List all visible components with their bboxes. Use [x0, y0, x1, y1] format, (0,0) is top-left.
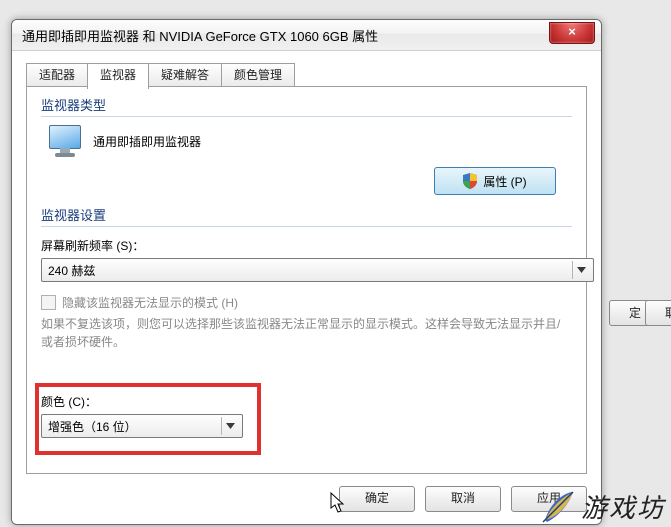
tab-color-management-label: 颜色管理: [234, 68, 282, 82]
close-icon: ×: [568, 24, 576, 39]
ok-button-label: 确定: [365, 491, 389, 505]
properties-dialog: 通用即插即用监视器 和 NVIDIA GeForce GTX 1060 6GB …: [11, 19, 602, 525]
watermark: 游戏坊: [541, 488, 665, 525]
close-button[interactable]: ×: [549, 22, 595, 44]
tab-color-management[interactable]: 颜色管理: [221, 63, 295, 87]
group-monitor-type-separator: [41, 116, 572, 117]
background-button-cancel[interactable]: 取: [645, 300, 671, 326]
hide-modes-label: 隐藏该监视器无法显示的模式 (H): [62, 294, 238, 311]
tab-monitor-label: 监视器: [100, 68, 136, 82]
color-depth-value: 增强色（16 位）: [48, 418, 137, 435]
refresh-rate-label: 屏幕刷新频率 (S)：: [41, 237, 572, 254]
color-depth-label: 颜色 (C)：: [41, 393, 572, 410]
monitor-name: 通用即插即用监视器: [93, 133, 201, 150]
watermark-text: 游戏坊: [581, 488, 665, 525]
chevron-down-icon: [572, 261, 590, 279]
refresh-rate-value: 240 赫兹: [48, 262, 95, 279]
group-monitor-settings-separator: [41, 226, 572, 227]
chevron-down-icon: [221, 417, 239, 435]
group-monitor-settings-title: 监视器设置: [41, 205, 572, 224]
color-depth-combo[interactable]: 增强色（16 位）: [41, 414, 243, 438]
properties-button[interactable]: 属性 (P): [434, 167, 556, 195]
tab-troubleshoot-label: 疑难解答: [161, 68, 209, 82]
ok-button[interactable]: 确定: [339, 486, 415, 512]
background-button-set-label: 定: [629, 306, 641, 320]
cancel-button-label: 取消: [451, 491, 475, 505]
monitor-icon: [47, 123, 83, 159]
hide-modes-hint: 如果不复选该项，则您可以选择那些该监视器无法正常显示的显示模式。这样会导致无法显…: [41, 315, 572, 351]
feather-icon: [541, 490, 575, 524]
dialog-client-area: 适配器 监视器 疑难解答 颜色管理 监视器类型 通用即插即用: [12, 51, 601, 524]
background-button-cancel-label: 取: [665, 306, 671, 320]
tab-troubleshoot[interactable]: 疑难解答: [148, 63, 222, 87]
properties-button-label: 属性 (P): [483, 173, 526, 190]
tab-monitor[interactable]: 监视器: [87, 63, 149, 89]
group-monitor-type-title: 监视器类型: [41, 95, 572, 114]
dialog-title: 通用即插即用监视器 和 NVIDIA GeForce GTX 1060 6GB …: [22, 26, 378, 45]
hide-modes-checkbox[interactable]: [41, 295, 56, 310]
tab-body: 监视器类型 通用即插即用监视器 属性 (P) 监视器设置: [26, 86, 587, 474]
cancel-button[interactable]: 取消: [425, 486, 501, 512]
tab-adapter[interactable]: 适配器: [26, 63, 88, 87]
titlebar[interactable]: 通用即插即用监视器 和 NVIDIA GeForce GTX 1060 6GB …: [12, 20, 601, 51]
refresh-rate-combo[interactable]: 240 赫兹: [41, 258, 594, 282]
uac-shield-icon: [463, 173, 477, 189]
tabstrip: 适配器 监视器 疑难解答 颜色管理: [26, 63, 294, 87]
tab-adapter-label: 适配器: [39, 68, 75, 82]
